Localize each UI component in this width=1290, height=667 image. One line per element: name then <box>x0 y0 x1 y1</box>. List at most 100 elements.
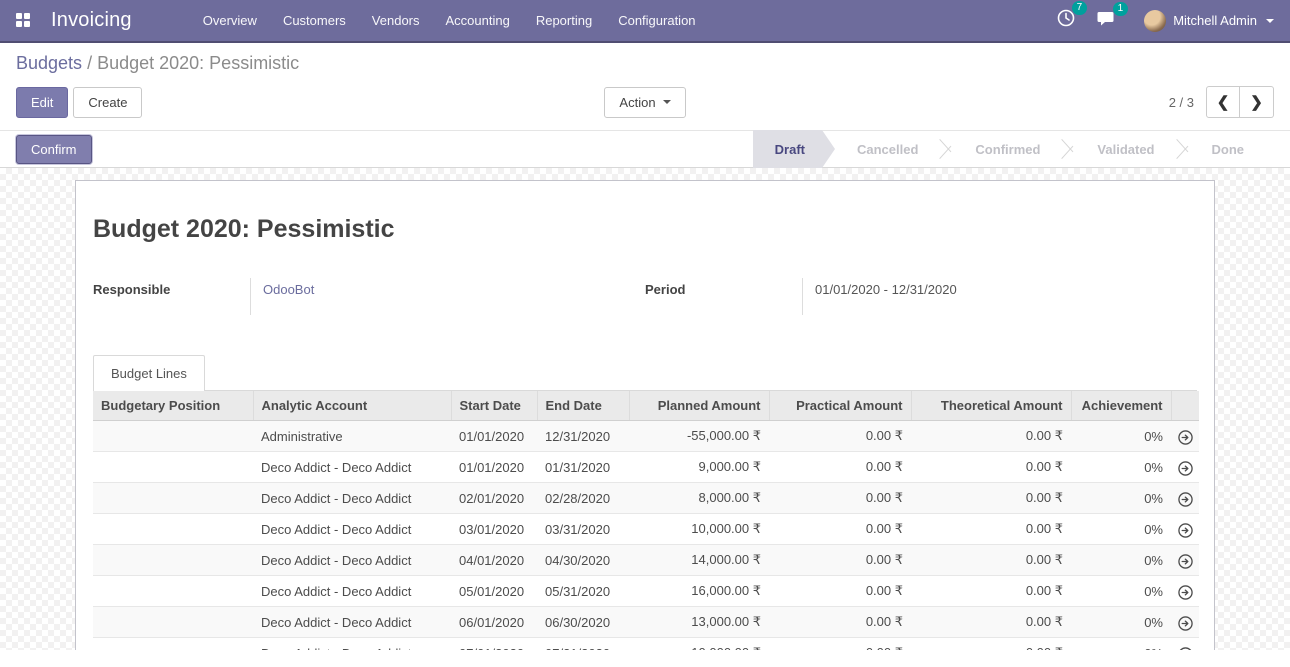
cell-theoretical: 0.00 ₹ <box>911 452 1071 483</box>
open-record-icon <box>1178 585 1193 600</box>
open-record-button[interactable] <box>1171 421 1199 452</box>
period-value: 01/01/2020 - 12/31/2020 <box>802 278 1197 315</box>
cell-position <box>93 483 253 514</box>
cell-achievement: 0% <box>1071 576 1171 607</box>
responsible-user-link[interactable]: OdooBot <box>263 282 314 297</box>
cell-theoretical: 0.00 ₹ <box>911 638 1071 651</box>
column-header-planned[interactable]: Planned Amount <box>629 391 769 421</box>
table-row[interactable]: Deco Addict - Deco Addict07/01/202007/31… <box>93 638 1199 651</box>
stage-separator-icon <box>940 130 953 168</box>
cell-theoretical: 0.00 ₹ <box>911 576 1071 607</box>
top-navbar: Invoicing Overview Customers Vendors Acc… <box>0 0 1290 43</box>
column-header-achievement[interactable]: Achievement <box>1071 391 1171 421</box>
column-header-theoretical[interactable]: Theoretical Amount <box>911 391 1071 421</box>
column-header-account[interactable]: Analytic Account <box>253 391 451 421</box>
edit-button[interactable]: Edit <box>16 87 68 118</box>
cell-account: Deco Addict - Deco Addict <box>253 576 451 607</box>
cell-account: Deco Addict - Deco Addict <box>253 545 451 576</box>
period-label: Period <box>645 278 802 315</box>
control-panel: Budgets / Budget 2020: Pessimistic Edit … <box>0 43 1290 130</box>
tab-budget-lines[interactable]: Budget Lines <box>93 355 205 391</box>
cell-planned: 10,000.00 ₹ <box>629 638 769 651</box>
table-row[interactable]: Administrative01/01/202012/31/2020-55,00… <box>93 421 1199 452</box>
cell-account: Deco Addict - Deco Addict <box>253 452 451 483</box>
cell-achievement: 0% <box>1071 483 1171 514</box>
navbar-systray: 7 1 Mitchell Admin <box>1053 5 1274 36</box>
stage-confirmed[interactable]: Confirmed <box>953 130 1062 168</box>
column-header-open <box>1171 391 1199 421</box>
cell-practical: 0.00 ₹ <box>769 545 911 576</box>
notebook: Budget Lines <box>93 355 1197 391</box>
column-header-practical[interactable]: Practical Amount <box>769 391 911 421</box>
column-header-start[interactable]: Start Date <box>451 391 537 421</box>
table-row[interactable]: Deco Addict - Deco Addict03/01/202003/31… <box>93 514 1199 545</box>
table-row[interactable]: Deco Addict - Deco Addict02/01/202002/28… <box>93 483 1199 514</box>
cell-practical: 0.00 ₹ <box>769 576 911 607</box>
menu-item-configuration[interactable]: Configuration <box>607 5 706 36</box>
cell-start: 01/01/2020 <box>451 421 537 452</box>
messages-icon[interactable]: 1 <box>1093 6 1126 36</box>
menu-item-vendors[interactable]: Vendors <box>361 5 431 36</box>
breadcrumb-budgets-link[interactable]: Budgets <box>16 53 82 73</box>
cell-practical: 0.00 ₹ <box>769 514 911 545</box>
cell-theoretical: 0.00 ₹ <box>911 483 1071 514</box>
cell-end: 12/31/2020 <box>537 421 629 452</box>
stage-done[interactable]: Done <box>1190 130 1267 168</box>
table-row[interactable]: Deco Addict - Deco Addict04/01/202004/30… <box>93 545 1199 576</box>
stage-draft[interactable]: Draft <box>753 130 835 168</box>
cell-theoretical: 0.00 ₹ <box>911 514 1071 545</box>
cell-position <box>93 638 253 651</box>
main-menu: Overview Customers Vendors Accounting Re… <box>192 5 1053 36</box>
cell-achievement: 0% <box>1071 452 1171 483</box>
stage-cancelled[interactable]: Cancelled <box>835 130 940 168</box>
menu-item-customers[interactable]: Customers <box>272 5 357 36</box>
action-label: Action <box>619 95 655 110</box>
column-header-position[interactable]: Budgetary Position <box>93 391 253 421</box>
cell-achievement: 0% <box>1071 638 1171 651</box>
confirm-button[interactable]: Confirm <box>16 135 92 164</box>
pager-next-button[interactable]: ❯ <box>1240 86 1274 118</box>
stage-validated[interactable]: Validated <box>1075 130 1176 168</box>
table-row[interactable]: Deco Addict - Deco Addict05/01/202005/31… <box>93 576 1199 607</box>
action-dropdown-button[interactable]: Action <box>604 87 685 118</box>
cell-practical: 0.00 ₹ <box>769 452 911 483</box>
column-header-end[interactable]: End Date <box>537 391 629 421</box>
stage-separator-icon <box>1177 130 1190 168</box>
activities-icon[interactable]: 7 <box>1053 5 1085 36</box>
form-sheet: Budget 2020: Pessimistic Responsible Odo… <box>75 180 1215 650</box>
activity-count-badge: 7 <box>1072 1 1088 15</box>
cell-position <box>93 545 253 576</box>
table-row[interactable]: Deco Addict - Deco Addict01/01/202001/31… <box>93 452 1199 483</box>
apps-menu-icon[interactable] <box>16 13 31 28</box>
cell-position <box>93 607 253 638</box>
responsible-label: Responsible <box>93 278 250 315</box>
open-record-button[interactable] <box>1171 514 1199 545</box>
chevron-down-icon <box>1266 19 1274 23</box>
cell-theoretical: 0.00 ₹ <box>911 421 1071 452</box>
cell-planned: 9,000.00 ₹ <box>629 452 769 483</box>
menu-item-reporting[interactable]: Reporting <box>525 5 603 36</box>
menu-item-overview[interactable]: Overview <box>192 5 268 36</box>
user-name: Mitchell Admin <box>1173 13 1257 28</box>
budget-lines-body: Administrative01/01/202012/31/2020-55,00… <box>93 421 1199 651</box>
pager-previous-button[interactable]: ❮ <box>1206 86 1240 118</box>
open-record-button[interactable] <box>1171 452 1199 483</box>
budget-lines-table: Budgetary PositionAnalytic AccountStart … <box>93 391 1199 650</box>
open-record-button[interactable] <box>1171 607 1199 638</box>
menu-item-accounting[interactable]: Accounting <box>435 5 521 36</box>
user-menu[interactable]: Mitchell Admin <box>1144 10 1274 32</box>
table-row[interactable]: Deco Addict - Deco Addict06/01/202006/30… <box>93 607 1199 638</box>
cell-account: Deco Addict - Deco Addict <box>253 483 451 514</box>
breadcrumb-separator: / <box>82 53 97 73</box>
app-brand[interactable]: Invoicing <box>51 9 132 32</box>
open-record-button[interactable] <box>1171 483 1199 514</box>
cell-account: Administrative <box>253 421 451 452</box>
open-record-button[interactable] <box>1171 576 1199 607</box>
form-view-background: Budget 2020: Pessimistic Responsible Odo… <box>0 168 1290 650</box>
create-button[interactable]: Create <box>73 87 142 118</box>
cell-end: 04/30/2020 <box>537 545 629 576</box>
pager-counter: 2 / 3 <box>1169 95 1194 110</box>
open-record-button[interactable] <box>1171 638 1199 651</box>
open-record-button[interactable] <box>1171 545 1199 576</box>
cell-planned: 14,000.00 ₹ <box>629 545 769 576</box>
